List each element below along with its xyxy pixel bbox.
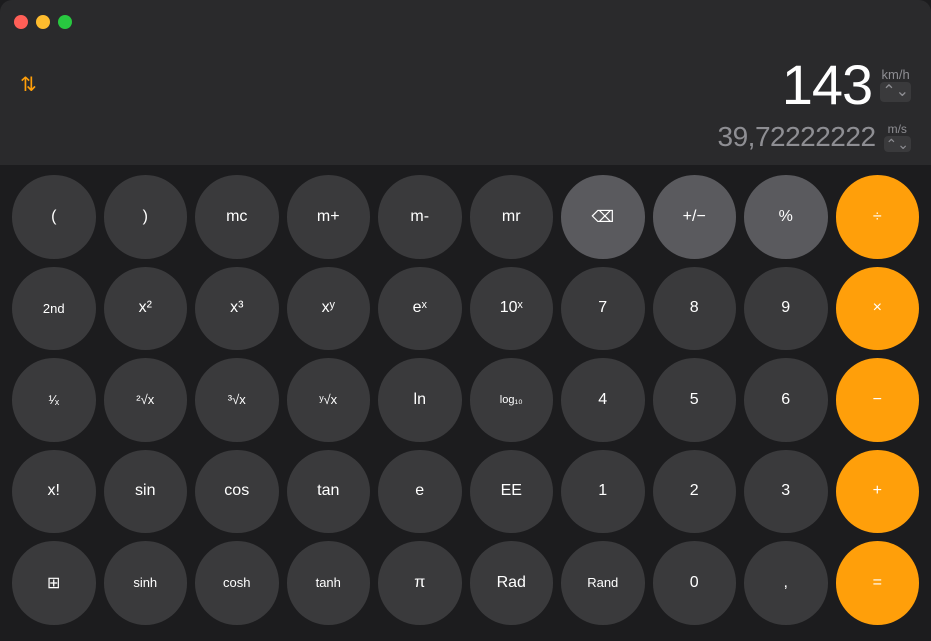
key-unit-converter[interactable]: ⊞ [12, 541, 96, 625]
titlebar [0, 0, 931, 44]
key-e-to-x[interactable]: eˣ [378, 267, 462, 351]
key-plus-minus[interactable]: +/− [653, 175, 737, 259]
key-four[interactable]: 4 [561, 358, 645, 442]
key-two[interactable]: 2 [653, 450, 737, 534]
key-zero[interactable]: 0 [653, 541, 737, 625]
key-cbrt[interactable]: ³√x [195, 358, 279, 442]
key-mc[interactable]: mc [195, 175, 279, 259]
key-close-paren[interactable]: ) [104, 175, 188, 259]
key-open-paren[interactable]: ( [12, 175, 96, 259]
key-five[interactable]: 5 [653, 358, 737, 442]
key-row-row2: 2ndx²x³xʸeˣ10ˣ789× [12, 267, 919, 351]
key-factorial[interactable]: x! [12, 450, 96, 534]
key-sin[interactable]: sin [104, 450, 188, 534]
maximize-button[interactable] [58, 15, 72, 29]
key-yth-root[interactable]: ʸ√x [287, 358, 371, 442]
key-m-plus[interactable]: m+ [287, 175, 371, 259]
key-three[interactable]: 3 [744, 450, 828, 534]
display-area: ⇅ 143 km/h ⌃⌄ 39,72222222 m/s ⌃⌄ [0, 44, 931, 165]
key-mr[interactable]: mr [470, 175, 554, 259]
key-multiply[interactable]: × [836, 267, 920, 351]
key-percent[interactable]: % [744, 175, 828, 259]
key-ee[interactable]: EE [470, 450, 554, 534]
key-cosh[interactable]: cosh [195, 541, 279, 625]
key-row-row3: ¹⁄ₓ²√x³√xʸ√xlnlog₁₀456− [12, 358, 919, 442]
key-tanh[interactable]: tanh [287, 541, 371, 625]
key-x-cubed[interactable]: x³ [195, 267, 279, 351]
key-log10[interactable]: log₁₀ [470, 358, 554, 442]
key-ln[interactable]: ln [378, 358, 462, 442]
key-subtract[interactable]: − [836, 358, 920, 442]
primary-unit-label: km/h [882, 67, 910, 82]
minimize-button[interactable] [36, 15, 50, 29]
secondary-unit-label: m/s [888, 122, 907, 136]
secondary-value: 39,72222222 [718, 121, 876, 153]
key-divide[interactable]: ÷ [836, 175, 920, 259]
key-tan[interactable]: tan [287, 450, 371, 534]
key-add[interactable]: + [836, 450, 920, 534]
key-m-minus[interactable]: m- [378, 175, 462, 259]
key-backspace[interactable]: ⌫ [561, 175, 645, 259]
key-seven[interactable]: 7 [561, 267, 645, 351]
key-rand[interactable]: Rand [561, 541, 645, 625]
key-pi[interactable]: π [378, 541, 462, 625]
primary-value: 143 [782, 52, 872, 117]
key-second[interactable]: 2nd [12, 267, 96, 351]
key-decimal[interactable]: , [744, 541, 828, 625]
key-row-row4: x!sincostaneEE123+ [12, 450, 919, 534]
key-sqrt[interactable]: ²√x [104, 358, 188, 442]
key-one-over-x[interactable]: ¹⁄ₓ [12, 358, 96, 442]
key-one[interactable]: 1 [561, 450, 645, 534]
key-equals[interactable]: = [836, 541, 920, 625]
key-x-squared[interactable]: x² [104, 267, 188, 351]
key-nine[interactable]: 9 [744, 267, 828, 351]
key-rad[interactable]: Rad [470, 541, 554, 625]
key-cos[interactable]: cos [195, 450, 279, 534]
secondary-unit-arrows[interactable]: ⌃⌄ [884, 136, 911, 153]
sort-icon[interactable]: ⇅ [20, 72, 37, 97]
key-six[interactable]: 6 [744, 358, 828, 442]
key-x-to-y[interactable]: xʸ [287, 267, 371, 351]
key-row-row5: ⊞sinhcoshtanhπRadRand0,= [12, 541, 919, 625]
close-button[interactable] [14, 15, 28, 29]
key-euler-e[interactable]: e [378, 450, 462, 534]
primary-unit-arrows[interactable]: ⌃⌄ [880, 82, 911, 101]
key-row-row1: ()mcm+m-mr⌫+/−%÷ [12, 175, 919, 259]
keypad: ()mcm+m-mr⌫+/−%÷2ndx²x³xʸeˣ10ˣ789×¹⁄ₓ²√x… [0, 165, 931, 635]
key-ten-to-x[interactable]: 10ˣ [470, 267, 554, 351]
key-eight[interactable]: 8 [653, 267, 737, 351]
key-sinh[interactable]: sinh [104, 541, 188, 625]
